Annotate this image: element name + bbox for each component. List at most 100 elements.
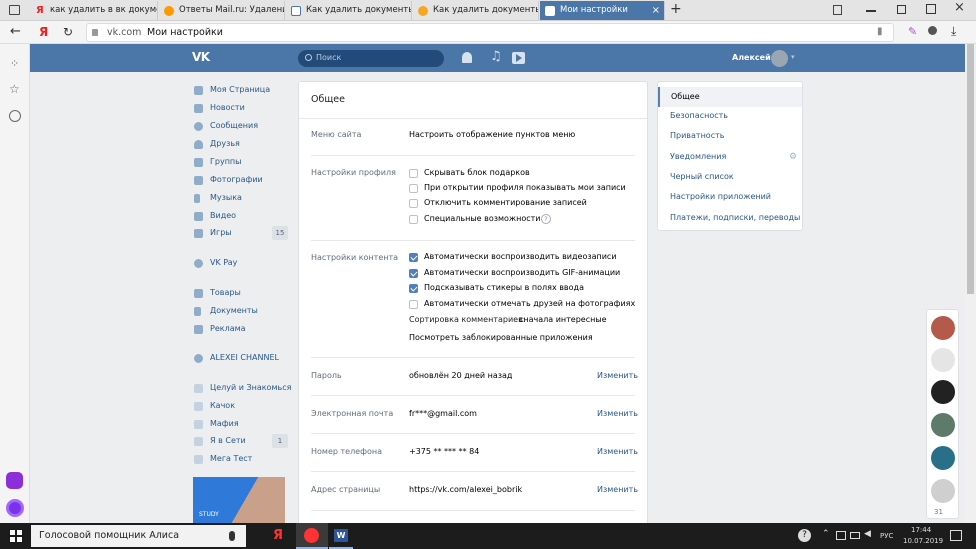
url-field[interactable]: vk.com Мои настройки ▮	[86, 23, 894, 42]
nav-ads[interactable]: Реклама	[194, 322, 246, 336]
nav-documents[interactable]: Документы	[194, 304, 258, 318]
option-show-my-posts[interactable]: При открытии профиля показывать мои запи…	[424, 183, 626, 192]
apps-grid-icon[interactable]: ⁘	[10, 57, 19, 70]
chat-avatar[interactable]	[931, 413, 955, 437]
menu-item-privacy[interactable]: Приватность	[670, 131, 724, 140]
menu-item-notifications[interactable]: Уведомления	[670, 152, 726, 161]
tray-chevron-icon[interactable]: ⌃	[822, 529, 830, 539]
nav-photos[interactable]: Фотографии	[194, 173, 263, 187]
menu-item-app-settings[interactable]: Настройки приложений	[670, 192, 771, 201]
nav-music[interactable]: Музыка	[194, 191, 242, 205]
help-tray-icon[interactable]: ?	[798, 529, 811, 542]
history-clock-icon[interactable]	[9, 110, 21, 122]
checkbox-tag-friends[interactable]	[409, 300, 418, 309]
nav-messages[interactable]: Сообщения	[194, 119, 258, 133]
menu-item-payments[interactable]: Платежи, подписки, переводы	[670, 213, 800, 222]
nav-my-page[interactable]: Моя Страница	[194, 83, 270, 97]
blocked-apps-link[interactable]: Посмотреть заблокированные приложения	[409, 333, 593, 342]
option-accessibility[interactable]: Специальные возможности	[424, 214, 541, 223]
nav-friends[interactable]: Друзья	[194, 137, 240, 151]
battery-icon[interactable]	[850, 532, 860, 539]
close-tab-icon[interactable]: ×	[652, 1, 660, 20]
option-autoplay-gif[interactable]: Автоматически воспроизводить GIF-анимаци…	[424, 268, 620, 277]
language-indicator[interactable]: РУС	[880, 532, 893, 540]
yandex-logo[interactable]: Я	[39, 25, 48, 39]
restore-icon[interactable]	[926, 4, 936, 14]
chat-avatar[interactable]	[931, 380, 955, 404]
checkbox-autoplay-video[interactable]	[409, 253, 418, 262]
nav-goods[interactable]: Товары	[194, 286, 241, 300]
avatar[interactable]	[771, 50, 788, 67]
notifications-icon[interactable]	[950, 530, 962, 541]
chat-count[interactable]: 31	[934, 508, 943, 516]
vk-logo[interactable]: VK	[192, 50, 210, 64]
reload-icon[interactable]: ↻	[63, 25, 73, 39]
comment-sort-dropdown[interactable]: сначала интересные	[519, 315, 607, 324]
yandex-browser-taskbar-icon[interactable]	[296, 523, 328, 549]
yandex-taskbar-icon[interactable]: Я	[270, 527, 286, 545]
chat-avatar[interactable]	[931, 446, 955, 470]
scrollbar-thumb[interactable]	[967, 44, 974, 294]
network-icon[interactable]	[836, 531, 846, 540]
user-name[interactable]: Алексей	[732, 53, 771, 62]
downloads-icon[interactable]: ⤓	[951, 24, 956, 39]
nav-app-3[interactable]: Мафия	[194, 417, 239, 431]
change-phone-button[interactable]: Изменить	[597, 447, 638, 456]
alice-circle-icon[interactable]	[6, 499, 24, 517]
option-tag-friends[interactable]: Автоматически отмечать друзей на фотогра…	[424, 299, 635, 308]
nav-app-2[interactable]: Качок	[194, 399, 235, 413]
tabs-menu-icon[interactable]	[9, 5, 20, 15]
nav-app-4[interactable]: Я в Сети 1	[194, 434, 288, 448]
nav-games[interactable]: Игры 15	[194, 226, 288, 240]
tab-4[interactable]: Как удалить документы из	[413, 1, 539, 20]
chevron-down-icon[interactable]: ▾	[791, 53, 795, 61]
site-menu-link[interactable]: Настроить отображение пунктов меню	[409, 130, 575, 139]
nav-vkpay[interactable]: VK Pay	[194, 256, 237, 270]
checkbox-suggest-stickers[interactable]	[409, 284, 418, 293]
option-suggest-stickers[interactable]: Подсказывать стикеры в полях ввода	[424, 283, 584, 292]
back-icon[interactable]: ←	[10, 24, 21, 39]
option-hide-gifts[interactable]: Скрывать блок подарков	[424, 168, 530, 177]
checkbox-disable-comments[interactable]	[409, 199, 418, 208]
tab-3[interactable]: Как удалить документы из	[286, 1, 412, 20]
chat-avatar[interactable]	[931, 348, 955, 372]
nav-app-1[interactable]: Целуй и Знакомься	[194, 381, 291, 395]
nav-channel[interactable]: ALEXEI CHANNEL	[194, 351, 279, 365]
change-password-button[interactable]: Изменить	[597, 371, 638, 380]
alice-icon[interactable]	[928, 26, 937, 35]
tab-2[interactable]: Ответы Mail.ru: Удаление	[159, 1, 285, 20]
checkbox-accessibility[interactable]	[409, 215, 418, 224]
minimize-icon[interactable]	[866, 10, 876, 12]
clock-time[interactable]: 17:44	[911, 526, 931, 534]
taskbar-search[interactable]: Голосовой помощник Алиса	[31, 525, 246, 547]
nav-app-5[interactable]: Мега Тест	[194, 452, 252, 466]
checkbox-show-my-posts[interactable]	[409, 184, 418, 193]
nav-news[interactable]: Новости	[194, 101, 245, 115]
alice-purple-icon[interactable]	[6, 472, 23, 489]
play-icon[interactable]	[512, 52, 525, 64]
notifications-bell-icon[interactable]	[462, 52, 472, 63]
maximize-icon[interactable]	[897, 5, 906, 14]
windows-start-icon[interactable]	[10, 530, 22, 542]
menu-item-blacklist[interactable]: Черный список	[670, 172, 734, 181]
bookmarks-icon[interactable]	[833, 5, 842, 15]
nav-video[interactable]: Видео	[194, 209, 236, 223]
menu-item-security[interactable]: Безопасность	[670, 111, 728, 120]
page-scrollbar[interactable]	[965, 44, 976, 523]
volume-icon[interactable]: ◀	[864, 529, 871, 539]
change-email-button[interactable]: Изменить	[597, 409, 638, 418]
close-window-icon[interactable]: ×	[954, 0, 965, 15]
ad-banner[interactable]: STUDY	[193, 477, 285, 523]
vk-search-input[interactable]: Поиск	[298, 50, 444, 67]
chat-avatar[interactable]	[931, 316, 955, 340]
microphone-icon[interactable]	[229, 531, 235, 541]
menu-item-general[interactable]: Общее	[658, 87, 802, 107]
bookmark-star-icon[interactable]: ▮	[877, 26, 883, 37]
tab-1[interactable]: Я как удалить в вк документ	[30, 1, 158, 20]
clock-date[interactable]: 10.07.2019	[903, 537, 943, 545]
new-tab-button[interactable]: +	[670, 1, 682, 17]
tab-active[interactable]: Мои настройки ×	[540, 1, 665, 20]
nav-groups[interactable]: Группы	[194, 155, 241, 169]
help-icon[interactable]: ?	[541, 214, 551, 224]
option-disable-comments[interactable]: Отключить комментирование записей	[424, 198, 587, 207]
